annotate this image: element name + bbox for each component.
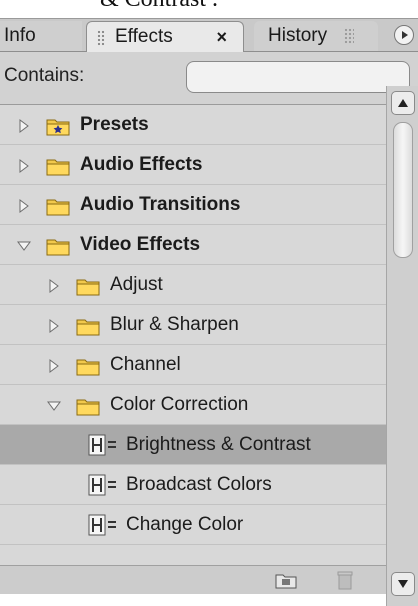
disclosure-triangle-collapsed-icon[interactable]	[46, 318, 62, 334]
tree-item-label: Brightness & Contrast	[126, 434, 311, 455]
tree-row[interactable]: Broadcast Colors	[0, 465, 386, 505]
trash-icon	[337, 571, 353, 590]
tab-info[interactable]: Info	[0, 21, 82, 51]
scroll-down-button[interactable]	[391, 572, 415, 596]
tree-row[interactable]: Brightness & Contrast	[0, 425, 386, 465]
folder-icon	[46, 199, 70, 216]
folder-icon	[76, 319, 100, 336]
new-bin-icon	[275, 574, 297, 589]
tree-row[interactable]: Audio Transitions	[0, 185, 386, 225]
tree-row[interactable]: Color Correction	[0, 385, 386, 425]
disclosure-triangle-expanded-icon[interactable]	[16, 238, 32, 254]
disclosure-triangle-collapsed-icon[interactable]	[16, 158, 32, 174]
folder-icon	[76, 279, 100, 296]
tree-item-label: Adjust	[110, 274, 163, 295]
tree-row[interactable]: Channel	[0, 345, 386, 385]
bottom-toolbar	[0, 565, 386, 594]
tree-item-label: Blur & Sharpen	[110, 314, 239, 335]
tab-effects[interactable]: Effects ×	[86, 21, 244, 52]
contains-search-input[interactable]	[186, 61, 410, 93]
tree-item-label: Audio Transitions	[80, 194, 241, 215]
tab-history-label: History	[268, 25, 328, 46]
caption-fragment: & Contrast .	[100, 0, 218, 14]
folder-icon	[46, 159, 70, 176]
tree-item-label: Broadcast Colors	[126, 474, 272, 495]
triangle-up-icon	[398, 99, 408, 107]
panel-menu-button[interactable]	[394, 25, 414, 45]
effects-panel: Info Effects × History Contains: Presets…	[0, 18, 418, 594]
preset-folder-icon	[46, 119, 70, 136]
contains-label: Contains:	[4, 65, 85, 86]
disclosure-triangle-collapsed-icon[interactable]	[46, 278, 62, 294]
disclosure-triangle-collapsed-icon[interactable]	[16, 198, 32, 214]
triangle-down-icon	[398, 580, 408, 588]
drag-grip-icon[interactable]	[344, 28, 354, 44]
tree-row[interactable]: Video Effects	[0, 225, 386, 265]
tree-row[interactable]: Presets	[0, 105, 386, 145]
tab-bar: Info Effects × History	[0, 19, 418, 52]
tab-effects-label: Effects	[115, 26, 173, 47]
tree-row[interactable]: Blur & Sharpen	[0, 305, 386, 345]
folder-icon	[76, 359, 100, 376]
folder-icon	[76, 399, 100, 416]
folder-icon	[46, 239, 70, 256]
tree-row[interactable]: Adjust	[0, 265, 386, 305]
search-row: Contains:	[0, 52, 418, 105]
scroll-thumb[interactable]	[393, 122, 413, 258]
tab-history[interactable]: History	[254, 21, 378, 51]
disclosure-triangle-collapsed-icon[interactable]	[16, 118, 32, 134]
tree-item-label: Video Effects	[80, 234, 201, 255]
new-custom-bin-button[interactable]	[275, 571, 297, 594]
effect-icon	[88, 434, 116, 456]
tree-row[interactable]: Change Color	[0, 505, 386, 545]
tree-item-label: Channel	[110, 354, 181, 375]
tree-item-label: Color Correction	[110, 394, 249, 415]
play-arrow-icon	[402, 31, 408, 39]
delete-button[interactable]	[337, 570, 353, 595]
drag-grip-icon[interactable]	[97, 30, 105, 46]
tree-item-label: Change Color	[126, 514, 244, 535]
tree-item-label: Presets	[80, 114, 149, 135]
effect-icon	[88, 474, 116, 496]
disclosure-triangle-expanded-icon[interactable]	[46, 398, 62, 414]
tree-row[interactable]: Audio Effects	[0, 145, 386, 185]
effect-icon	[88, 514, 116, 536]
close-icon[interactable]: ×	[216, 22, 227, 52]
vertical-scrollbar[interactable]	[386, 86, 418, 606]
effects-tree: Presets Audio Effects Audio Transitions Vid…	[0, 105, 386, 565]
scroll-up-button[interactable]	[391, 91, 415, 115]
disclosure-triangle-collapsed-icon[interactable]	[46, 358, 62, 374]
tab-info-label: Info	[4, 25, 36, 46]
tree-item-label: Audio Effects	[80, 154, 203, 175]
